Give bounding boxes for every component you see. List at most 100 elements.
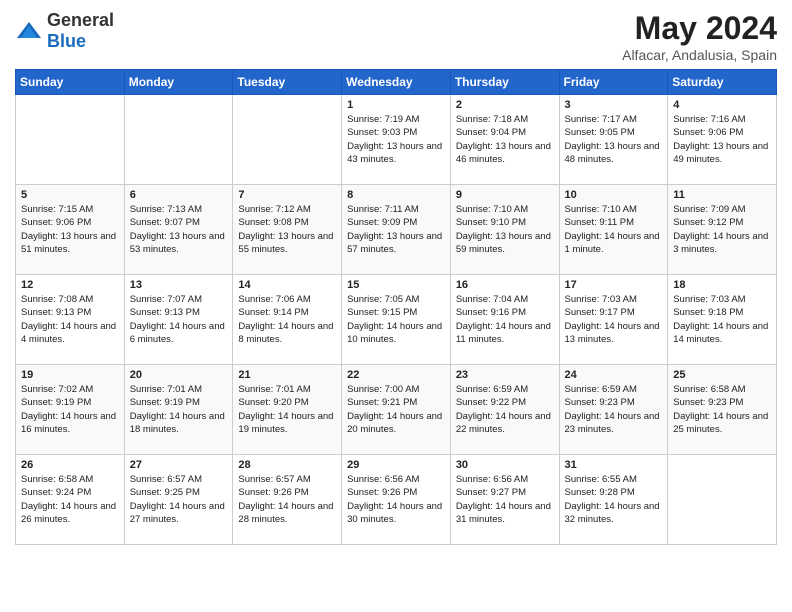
day-number: 22	[347, 369, 445, 381]
day-number: 26	[21, 459, 119, 471]
weekday-header-sunday: Sunday	[16, 70, 125, 95]
day-cell: 25 Sunrise: 6:58 AM Sunset: 9:23 PM Dayli…	[668, 365, 777, 455]
title-block: May 2024 Alfacar, Andalusia, Spain	[622, 10, 777, 63]
day-info: Sunrise: 7:01 AM Sunset: 9:19 PM Dayligh…	[130, 383, 228, 436]
day-cell: 7 Sunrise: 7:12 AM Sunset: 9:08 PM Daylig…	[233, 185, 342, 275]
day-cell: 3 Sunrise: 7:17 AM Sunset: 9:05 PM Daylig…	[559, 95, 668, 185]
day-info: Sunrise: 7:10 AM Sunset: 9:10 PM Dayligh…	[456, 203, 554, 256]
day-info: Sunrise: 7:03 AM Sunset: 9:17 PM Dayligh…	[565, 293, 663, 346]
day-cell: 16 Sunrise: 7:04 AM Sunset: 9:16 PM Dayli…	[450, 275, 559, 365]
day-info: Sunrise: 7:15 AM Sunset: 9:06 PM Dayligh…	[21, 203, 119, 256]
calendar-subtitle: Alfacar, Andalusia, Spain	[622, 47, 777, 63]
day-number: 4	[673, 99, 771, 111]
day-info: Sunrise: 7:03 AM Sunset: 9:18 PM Dayligh…	[673, 293, 771, 346]
day-cell: 12Sunrise: 7:08 AM Sunset: 9:13 PM Dayli…	[16, 275, 125, 365]
calendar-table: SundayMondayTuesdayWednesdayThursdayFrid…	[15, 69, 777, 545]
logo: General Blue	[15, 10, 114, 52]
weekday-header-friday: Friday	[559, 70, 668, 95]
day-cell: 20Sunrise: 7:01 AM Sunset: 9:19 PM Dayli…	[124, 365, 233, 455]
weekday-header-saturday: Saturday	[668, 70, 777, 95]
day-cell: 17 Sunrise: 7:03 AM Sunset: 9:17 PM Dayli…	[559, 275, 668, 365]
day-cell: 4 Sunrise: 7:16 AM Sunset: 9:06 PM Daylig…	[668, 95, 777, 185]
day-cell: 11 Sunrise: 7:09 AM Sunset: 9:12 PM Dayli…	[668, 185, 777, 275]
day-cell	[668, 455, 777, 545]
day-number: 29	[347, 459, 445, 471]
day-info: Sunrise: 7:05 AM Sunset: 9:15 PM Dayligh…	[347, 293, 445, 346]
day-number: 23	[456, 369, 554, 381]
logo-blue: Blue	[47, 31, 86, 51]
day-info: Sunrise: 6:58 AM Sunset: 9:23 PM Dayligh…	[673, 383, 771, 436]
day-info: Sunrise: 7:01 AM Sunset: 9:20 PM Dayligh…	[238, 383, 336, 436]
week-row-2: 5 Sunrise: 7:15 AM Sunset: 9:06 PM Daylig…	[16, 185, 777, 275]
calendar-header: SundayMondayTuesdayWednesdayThursdayFrid…	[16, 70, 777, 95]
day-info: Sunrise: 7:07 AM Sunset: 9:13 PM Dayligh…	[130, 293, 228, 346]
day-number: 17	[565, 279, 663, 291]
day-cell: 30 Sunrise: 6:56 AM Sunset: 9:27 PM Dayli…	[450, 455, 559, 545]
day-number: 21	[238, 369, 336, 381]
day-number: 9	[456, 189, 554, 201]
day-number: 16	[456, 279, 554, 291]
logo-text: General Blue	[47, 10, 114, 52]
day-cell	[124, 95, 233, 185]
day-cell: 9 Sunrise: 7:10 AM Sunset: 9:10 PM Daylig…	[450, 185, 559, 275]
day-cell: 6Sunrise: 7:13 AM Sunset: 9:07 PM Daylig…	[124, 185, 233, 275]
day-cell: 21 Sunrise: 7:01 AM Sunset: 9:20 PM Dayli…	[233, 365, 342, 455]
calendar-body: 1Sunrise: 7:19 AM Sunset: 9:03 PM Daylig…	[16, 95, 777, 545]
day-info: Sunrise: 6:57 AM Sunset: 9:26 PM Dayligh…	[238, 473, 336, 526]
day-number: 27	[130, 459, 228, 471]
weekday-header-row: SundayMondayTuesdayWednesdayThursdayFrid…	[16, 70, 777, 95]
day-info: Sunrise: 7:18 AM Sunset: 9:04 PM Dayligh…	[456, 113, 554, 166]
day-info: Sunrise: 7:11 AM Sunset: 9:09 PM Dayligh…	[347, 203, 445, 256]
day-cell: 22Sunrise: 7:00 AM Sunset: 9:21 PM Dayli…	[342, 365, 451, 455]
day-number: 30	[456, 459, 554, 471]
day-number: 28	[238, 459, 336, 471]
logo-general: General	[47, 10, 114, 30]
day-info: Sunrise: 7:10 AM Sunset: 9:11 PM Dayligh…	[565, 203, 663, 256]
calendar-title: May 2024	[622, 10, 777, 47]
day-info: Sunrise: 7:12 AM Sunset: 9:08 PM Dayligh…	[238, 203, 336, 256]
day-cell: 15 Sunrise: 7:05 AM Sunset: 9:15 PM Dayli…	[342, 275, 451, 365]
day-info: Sunrise: 6:56 AM Sunset: 9:27 PM Dayligh…	[456, 473, 554, 526]
week-row-1: 1Sunrise: 7:19 AM Sunset: 9:03 PM Daylig…	[16, 95, 777, 185]
day-cell	[233, 95, 342, 185]
weekday-header-tuesday: Tuesday	[233, 70, 342, 95]
week-row-5: 26Sunrise: 6:58 AM Sunset: 9:24 PM Dayli…	[16, 455, 777, 545]
day-number: 12	[21, 279, 119, 291]
day-cell: 14Sunrise: 7:06 AM Sunset: 9:14 PM Dayli…	[233, 275, 342, 365]
logo-icon	[15, 20, 43, 42]
day-info: Sunrise: 7:16 AM Sunset: 9:06 PM Dayligh…	[673, 113, 771, 166]
day-info: Sunrise: 7:09 AM Sunset: 9:12 PM Dayligh…	[673, 203, 771, 256]
day-number: 25	[673, 369, 771, 381]
day-info: Sunrise: 7:04 AM Sunset: 9:16 PM Dayligh…	[456, 293, 554, 346]
day-number: 24	[565, 369, 663, 381]
day-number: 10	[565, 189, 663, 201]
day-cell: 23 Sunrise: 6:59 AM Sunset: 9:22 PM Dayli…	[450, 365, 559, 455]
day-number: 15	[347, 279, 445, 291]
weekday-header-monday: Monday	[124, 70, 233, 95]
day-number: 13	[130, 279, 228, 291]
week-row-4: 19Sunrise: 7:02 AM Sunset: 9:19 PM Dayli…	[16, 365, 777, 455]
day-number: 1	[347, 99, 445, 111]
day-number: 7	[238, 189, 336, 201]
day-info: Sunrise: 7:13 AM Sunset: 9:07 PM Dayligh…	[130, 203, 228, 256]
day-info: Sunrise: 6:59 AM Sunset: 9:22 PM Dayligh…	[456, 383, 554, 436]
day-info: Sunrise: 6:56 AM Sunset: 9:26 PM Dayligh…	[347, 473, 445, 526]
day-cell: 1Sunrise: 7:19 AM Sunset: 9:03 PM Daylig…	[342, 95, 451, 185]
day-number: 31	[565, 459, 663, 471]
day-number: 3	[565, 99, 663, 111]
day-cell: 2Sunrise: 7:18 AM Sunset: 9:04 PM Daylig…	[450, 95, 559, 185]
week-row-3: 12Sunrise: 7:08 AM Sunset: 9:13 PM Dayli…	[16, 275, 777, 365]
day-number: 5	[21, 189, 119, 201]
day-cell: 24Sunrise: 6:59 AM Sunset: 9:23 PM Dayli…	[559, 365, 668, 455]
day-cell: 5 Sunrise: 7:15 AM Sunset: 9:06 PM Daylig…	[16, 185, 125, 275]
day-cell: 13 Sunrise: 7:07 AM Sunset: 9:13 PM Dayli…	[124, 275, 233, 365]
day-number: 14	[238, 279, 336, 291]
day-number: 11	[673, 189, 771, 201]
day-number: 8	[347, 189, 445, 201]
weekday-header-wednesday: Wednesday	[342, 70, 451, 95]
day-cell: 18Sunrise: 7:03 AM Sunset: 9:18 PM Dayli…	[668, 275, 777, 365]
day-cell: 29 Sunrise: 6:56 AM Sunset: 9:26 PM Dayli…	[342, 455, 451, 545]
day-info: Sunrise: 7:17 AM Sunset: 9:05 PM Dayligh…	[565, 113, 663, 166]
day-cell: 28 Sunrise: 6:57 AM Sunset: 9:26 PM Dayli…	[233, 455, 342, 545]
day-cell: 26Sunrise: 6:58 AM Sunset: 9:24 PM Dayli…	[16, 455, 125, 545]
